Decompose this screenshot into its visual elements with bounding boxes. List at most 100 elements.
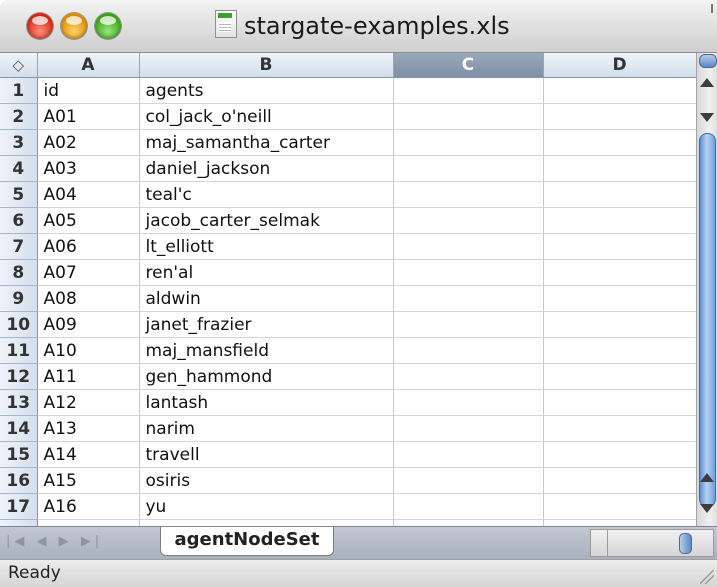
row-header[interactable]: 5 — [0, 181, 38, 208]
resize-grip-icon[interactable] — [700, 570, 714, 584]
cell-b[interactable]: lantash — [139, 389, 394, 416]
cell-b[interactable]: maj_samantha_carter — [139, 129, 394, 156]
cell-b[interactable]: osiris — [139, 467, 394, 494]
cell-a[interactable]: A06 — [37, 233, 140, 260]
cell-b[interactable]: travell — [139, 441, 394, 468]
vertical-scrollbar[interactable] — [696, 53, 717, 526]
cell-d[interactable] — [543, 103, 697, 130]
row-header[interactable]: 17 — [0, 493, 38, 520]
row-header[interactable]: 11 — [0, 337, 38, 364]
cell-d[interactable] — [543, 467, 697, 494]
row-header[interactable]: 13 — [0, 389, 38, 416]
sheet-tab-agentnodeset[interactable]: agentNodeSet — [160, 527, 334, 556]
row-header[interactable]: 4 — [0, 155, 38, 182]
last-sheet-icon[interactable]: ▶| — [81, 534, 103, 549]
cell-a[interactable]: A05 — [37, 207, 140, 234]
scroll-down-arrow-icon[interactable] — [700, 113, 714, 122]
previous-sheet-icon[interactable]: ◀ — [37, 534, 51, 549]
cell-d[interactable] — [543, 337, 697, 364]
cell-a[interactable]: A04 — [37, 181, 140, 208]
row-header[interactable]: 16 — [0, 467, 38, 494]
cell-a[interactable]: A14 — [37, 441, 140, 468]
row-header[interactable]: 6 — [0, 207, 38, 234]
cell-b[interactable]: janet_frazier — [139, 311, 394, 338]
row-header[interactable]: 2 — [0, 103, 38, 130]
row-header[interactable]: 1 — [0, 77, 38, 104]
cell-b[interactable]: teal'c — [139, 181, 394, 208]
cell-c[interactable] — [393, 181, 544, 208]
cell-c[interactable] — [393, 415, 544, 442]
cell-a[interactable]: id — [37, 77, 140, 104]
horizontal-scrollbar[interactable] — [590, 529, 714, 557]
cell-c[interactable] — [393, 77, 544, 104]
cell-b[interactable]: agents — [139, 77, 394, 104]
vertical-split-handle[interactable] — [699, 54, 717, 68]
cell-d[interactable] — [543, 363, 697, 390]
cell-a[interactable]: A11 — [37, 363, 140, 390]
cell-d[interactable] — [543, 311, 697, 338]
cell-c[interactable] — [393, 129, 544, 156]
row-header[interactable]: 12 — [0, 363, 38, 390]
cell-c[interactable] — [393, 363, 544, 390]
cell-a[interactable]: A13 — [37, 415, 140, 442]
cell-c[interactable] — [393, 467, 544, 494]
cell-c[interactable] — [393, 493, 544, 520]
cell-c[interactable] — [393, 285, 544, 312]
cell-b[interactable]: aldwin — [139, 285, 394, 312]
cell-d[interactable] — [543, 285, 697, 312]
first-sheet-icon[interactable]: |◀ — [6, 534, 28, 549]
cell-b[interactable]: jacob_carter_selmak — [139, 207, 394, 234]
column-header-c[interactable]: C — [393, 53, 544, 78]
cell-a[interactable]: A09 — [37, 311, 140, 338]
cell-c[interactable] — [393, 337, 544, 364]
spreadsheet-document-icon[interactable] — [215, 10, 237, 38]
column-header-a[interactable]: A — [37, 53, 140, 78]
row-header[interactable]: 7 — [0, 233, 38, 260]
cell-d[interactable] — [543, 441, 697, 468]
cell-a[interactable]: A15 — [37, 467, 140, 494]
select-all-button[interactable]: ◇ — [0, 53, 38, 78]
cell-b[interactable]: lt_elliott — [139, 233, 394, 260]
cell-b[interactable]: gen_hammond — [139, 363, 394, 390]
cell-d[interactable] — [543, 77, 697, 104]
cell-d[interactable] — [543, 155, 697, 182]
cell-c[interactable] — [393, 441, 544, 468]
next-sheet-icon[interactable]: ▶ — [59, 534, 73, 549]
cell-b[interactable]: narim — [139, 415, 394, 442]
cell-c[interactable] — [393, 389, 544, 416]
cell-d[interactable] — [543, 389, 697, 416]
cell-b[interactable]: ren'al — [139, 259, 394, 286]
scroll-up-arrow-icon[interactable] — [700, 473, 714, 482]
row-header[interactable]: 9 — [0, 285, 38, 312]
cell-b[interactable]: maj_mansfield — [139, 337, 394, 364]
cell-a[interactable]: A16 — [37, 493, 140, 520]
cell-c[interactable] — [393, 259, 544, 286]
row-header[interactable]: 3 — [0, 129, 38, 156]
close-window-button[interactable] — [27, 13, 53, 39]
row-header[interactable]: 14 — [0, 415, 38, 442]
row-header[interactable]: 10 — [0, 311, 38, 338]
cell-b[interactable]: daniel_jackson — [139, 155, 394, 182]
cell-a[interactable]: A03 — [37, 155, 140, 182]
cell-d[interactable] — [543, 181, 697, 208]
cell-d[interactable] — [543, 259, 697, 286]
cell-d[interactable] — [543, 233, 697, 260]
row-header[interactable]: 15 — [0, 441, 38, 468]
zoom-window-button[interactable] — [95, 13, 121, 39]
cell-a[interactable]: A08 — [37, 285, 140, 312]
cell-c[interactable] — [393, 207, 544, 234]
cell-a[interactable]: A02 — [37, 129, 140, 156]
cell-d[interactable] — [543, 493, 697, 520]
cell-a[interactable]: A12 — [37, 389, 140, 416]
scroll-up-arrow-icon[interactable] — [700, 78, 714, 87]
cell-d[interactable] — [543, 129, 697, 156]
cell-a[interactable]: A10 — [37, 337, 140, 364]
minimize-window-button[interactable] — [61, 13, 87, 39]
cell-d[interactable] — [543, 207, 697, 234]
cell-a[interactable]: A07 — [37, 259, 140, 286]
scroll-down-arrow-icon[interactable] — [700, 504, 714, 513]
cell-c[interactable] — [393, 103, 544, 130]
title-bar[interactable]: stargate-examples.xls — [0, 0, 717, 53]
cell-c[interactable] — [393, 233, 544, 260]
cell-b[interactable]: yu — [139, 493, 394, 520]
